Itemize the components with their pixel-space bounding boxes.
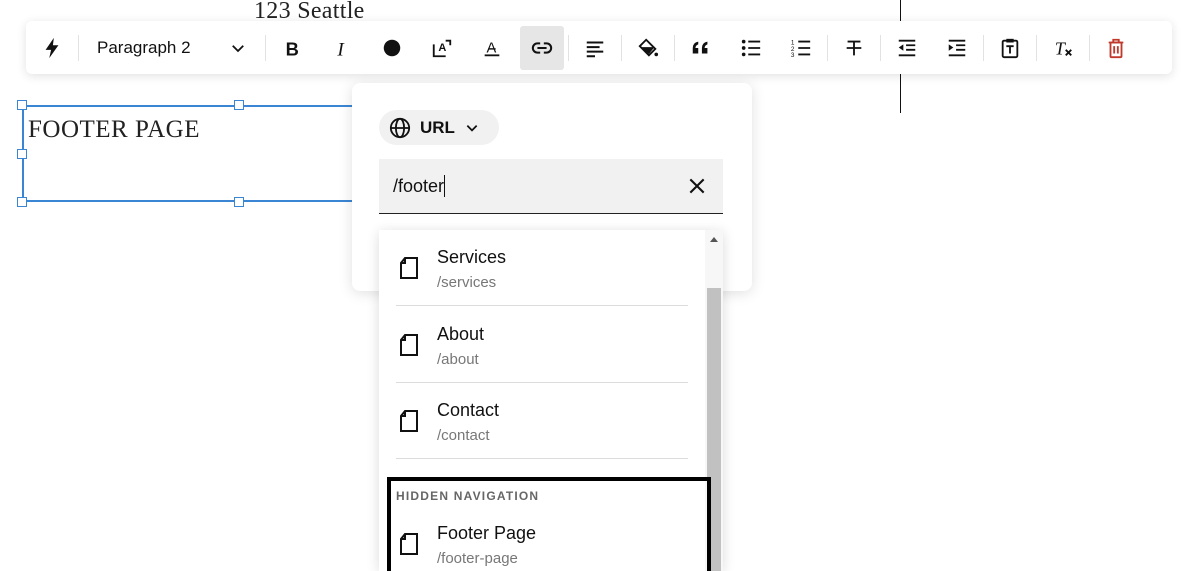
- close-icon[interactable]: [687, 176, 707, 196]
- page-icon: [400, 334, 418, 356]
- resize-handle-bottom-center[interactable]: [234, 197, 244, 207]
- toolbar-separator: [1089, 34, 1090, 61]
- svg-text:T: T: [1055, 38, 1067, 58]
- list-item[interactable]: About /about: [396, 307, 688, 383]
- toolbar-separator: [265, 34, 266, 61]
- chevron-down-icon: [232, 44, 244, 52]
- toolbar-separator: [983, 34, 984, 61]
- text-highlight-button[interactable]: A: [470, 26, 514, 70]
- paragraph-style-label: Paragraph 2: [97, 37, 191, 57]
- resize-handle-bottom-left[interactable]: [17, 197, 27, 207]
- list-item[interactable]: Services /services: [396, 230, 688, 306]
- scroll-up-arrow-icon[interactable]: [708, 234, 720, 244]
- paint-bucket-icon: [638, 37, 659, 57]
- toolbar-separator: [78, 34, 79, 61]
- svg-text:I: I: [336, 39, 345, 59]
- italic-icon: I: [336, 39, 345, 59]
- url-input-field[interactable]: /footer: [379, 159, 723, 214]
- text-caret: [444, 175, 446, 197]
- indent-button[interactable]: [935, 26, 979, 70]
- bold-icon: B: [286, 38, 299, 59]
- page-icon: [400, 410, 418, 432]
- annotation-highlight-box: [387, 477, 711, 571]
- text-underline-icon: A: [484, 40, 500, 56]
- link-icon: [531, 41, 553, 54]
- italic-button[interactable]: I: [320, 26, 364, 70]
- url-input-value[interactable]: /footer: [393, 176, 444, 197]
- font-size-icon: A: [432, 39, 452, 57]
- text-formatting-toolbar: Paragraph 2 B I A A 123 T: [26, 21, 1172, 74]
- result-title: Contact: [437, 400, 500, 420]
- fill-button[interactable]: [626, 26, 670, 70]
- result-path: /services: [437, 274, 497, 291]
- svg-text:A: A: [438, 41, 446, 53]
- footer-block-text[interactable]: FOOTER PAGE: [28, 116, 200, 144]
- toolbar-separator: [621, 34, 622, 61]
- delete-button[interactable]: [1094, 26, 1138, 70]
- resize-handle-middle-left[interactable]: [17, 149, 27, 159]
- blockquote-button[interactable]: [679, 26, 723, 70]
- resize-handle-top-center[interactable]: [234, 100, 244, 110]
- toolbar-separator: [1036, 34, 1037, 61]
- result-title: About: [437, 324, 485, 344]
- svg-text:B: B: [286, 38, 299, 59]
- result-path: /about: [437, 351, 479, 368]
- link-button[interactable]: [520, 25, 564, 70]
- strikethrough-button[interactable]: [832, 26, 876, 70]
- globe-icon: [389, 117, 411, 138]
- outdent-icon: [898, 39, 916, 56]
- footer-text-block[interactable]: FOOTER PAGE: [22, 105, 362, 202]
- text-color-button[interactable]: [370, 26, 414, 70]
- clipboard-icon: [1001, 38, 1019, 58]
- lightning-icon: [45, 37, 59, 58]
- numbered-list-icon: 123: [791, 39, 811, 59]
- page-icon: [400, 257, 418, 279]
- bulleted-list-button[interactable]: [729, 26, 773, 70]
- link-type-label: URL: [420, 117, 455, 137]
- paste-plain-text-button[interactable]: [988, 26, 1032, 70]
- indent-icon: [948, 39, 966, 56]
- resize-handle-top-left[interactable]: [17, 100, 27, 110]
- bold-button[interactable]: B: [270, 26, 314, 70]
- chevron-down-icon: [466, 124, 478, 132]
- align-left-icon: [586, 40, 604, 57]
- font-size-button[interactable]: A: [420, 26, 464, 70]
- svg-text:3: 3: [791, 52, 795, 59]
- quick-actions-button[interactable]: [30, 26, 74, 70]
- paragraph-style-select[interactable]: Paragraph 2: [83, 26, 261, 70]
- list-item[interactable]: Contact /contact: [396, 383, 688, 459]
- toolbar-separator: [827, 34, 828, 61]
- clear-formatting-button[interactable]: T: [1041, 26, 1085, 70]
- color-dot-icon: [383, 39, 401, 56]
- toolbar-separator: [568, 34, 569, 61]
- strikethrough-icon: [846, 40, 862, 55]
- bulleted-list-icon: [741, 39, 761, 56]
- result-title: Services: [437, 247, 507, 267]
- trash-icon: [1108, 38, 1124, 58]
- toolbar-separator: [674, 34, 675, 61]
- numbered-list-button[interactable]: 123: [779, 26, 823, 70]
- result-path: /contact: [437, 427, 490, 444]
- toolbar-separator: [880, 34, 881, 61]
- link-type-select[interactable]: URL: [379, 110, 499, 145]
- outdent-button[interactable]: [885, 26, 929, 70]
- quote-icon: [692, 41, 708, 53]
- clear-formatting-icon: T: [1055, 38, 1072, 58]
- align-left-button[interactable]: [573, 26, 617, 70]
